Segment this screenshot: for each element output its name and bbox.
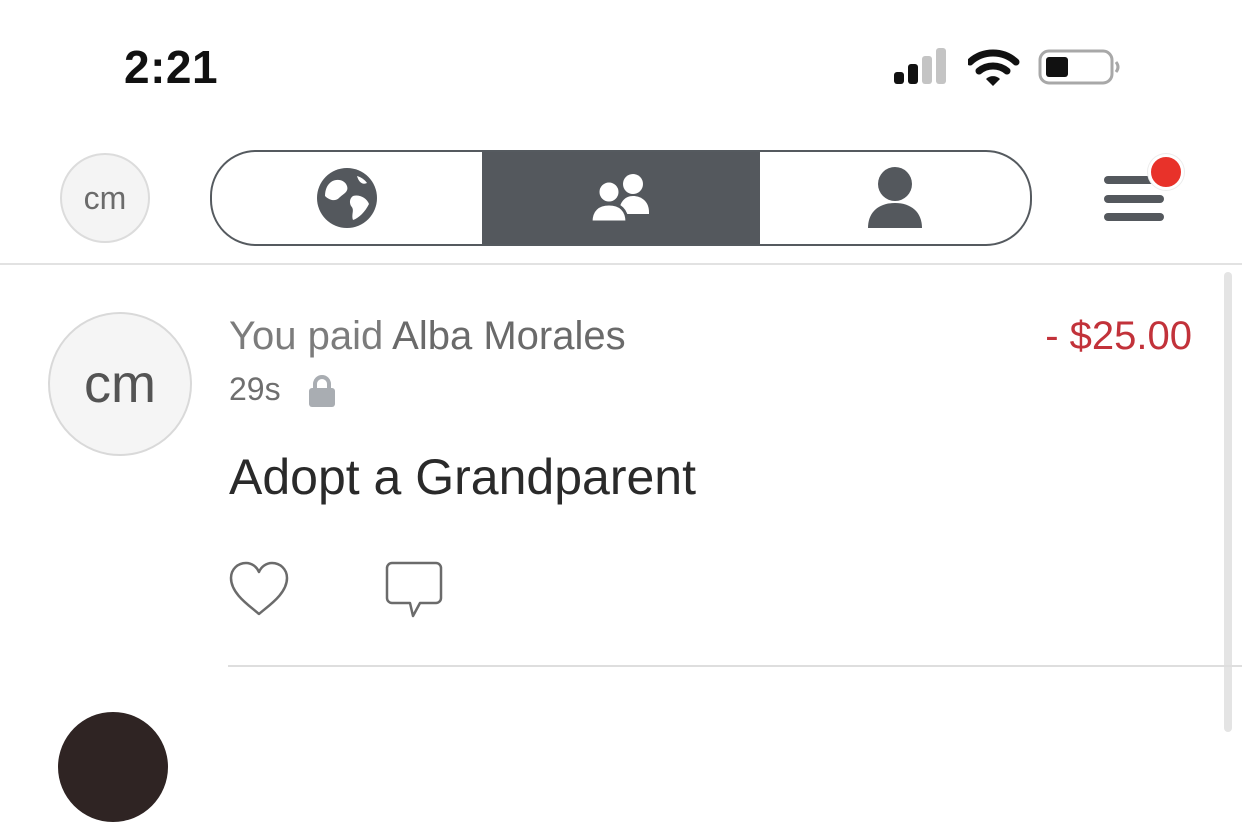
status-time: 2:21 [124,41,219,93]
feed-item-meta: 29s [229,370,337,408]
wifi-icon [968,49,1020,86]
feed-item-headline: You paid Alba Morales [229,314,626,359]
feed-filter-segmented-control [210,150,1032,246]
notification-badge [1148,154,1184,190]
tab-personal[interactable] [760,152,1030,244]
signal-icon [894,48,946,84]
globe-icon [317,168,377,228]
feed-item-amount: - $25.00 [1045,314,1192,358]
feed-item-divider [228,665,1242,667]
comment-icon [385,561,443,618]
header-divider [0,263,1242,265]
friends-icon [589,174,649,224]
comment-button[interactable] [384,560,444,620]
like-button[interactable] [228,560,290,618]
battery-icon [1038,49,1120,85]
profile-avatar[interactable]: cm [60,153,150,243]
feed-item-note: Adopt a Grandparent [229,449,696,505]
next-feed-item-avatar[interactable] [58,712,168,822]
menu-button[interactable] [1100,154,1184,228]
lock-icon [308,375,335,407]
tab-global[interactable] [212,152,482,244]
scrollbar[interactable] [1224,272,1232,732]
feed-item-avatar[interactable]: cm [48,312,192,456]
feed-item-action: You paid [229,314,384,358]
person-icon [868,167,922,228]
feed-item-time: 29s [229,370,281,407]
tab-friends[interactable] [482,152,760,244]
heart-icon [229,561,289,616]
feed-item-counterparty[interactable]: Alba Morales [392,314,625,358]
